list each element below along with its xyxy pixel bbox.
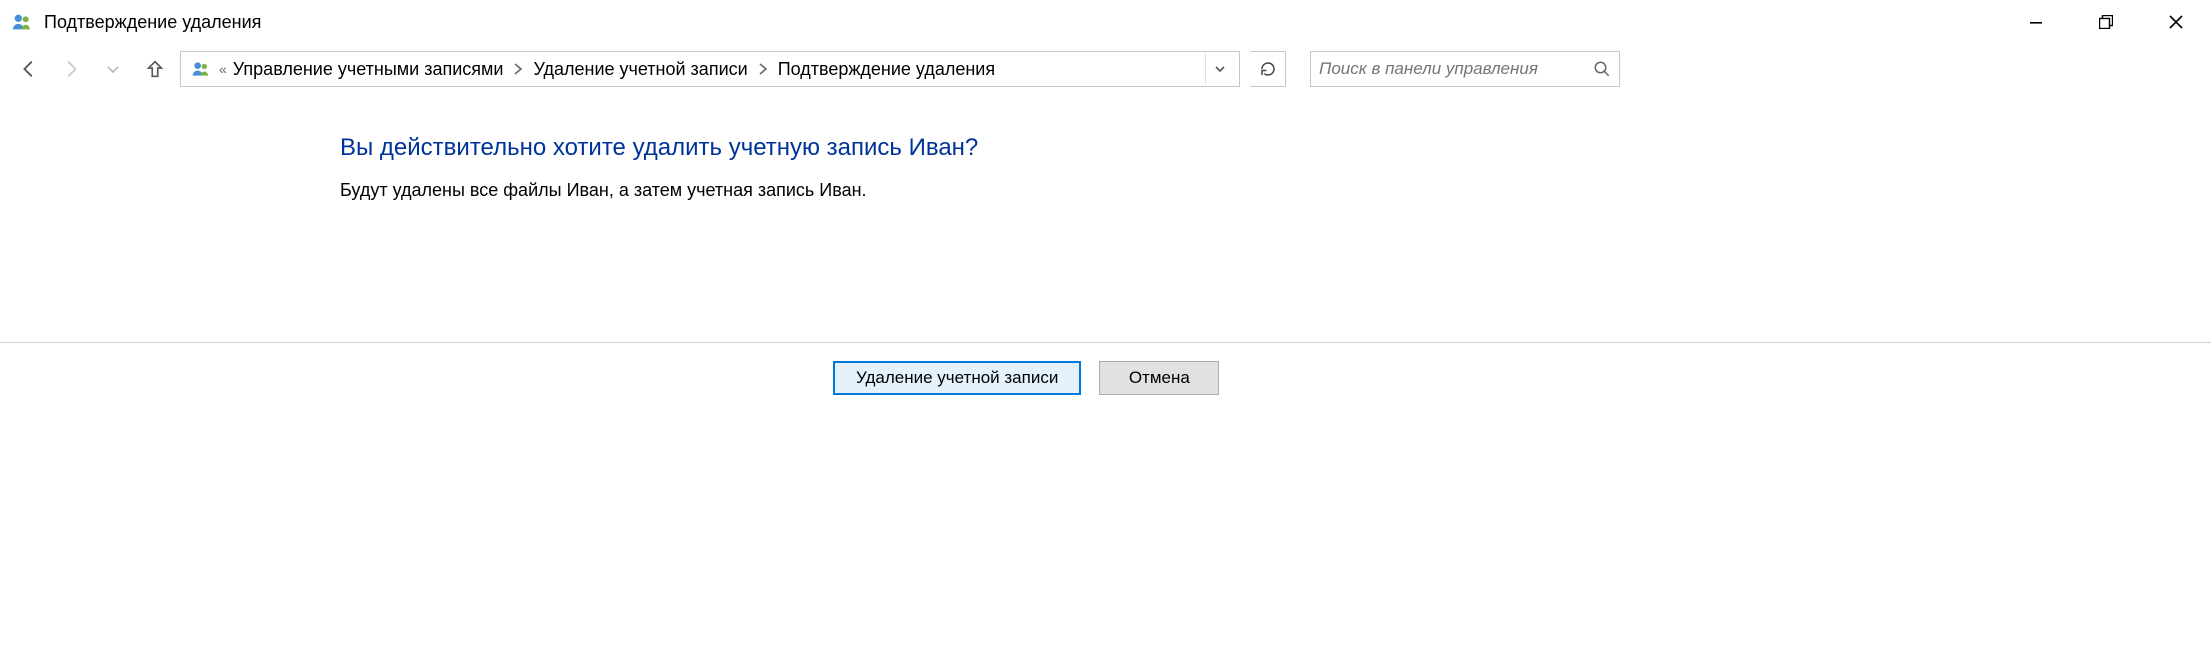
- breadcrumb-overflow-icon[interactable]: «: [219, 61, 227, 77]
- titlebar: Подтверждение удаления: [0, 0, 2211, 44]
- breadcrumb-item[interactable]: Управление учетными записями: [233, 59, 504, 80]
- refresh-button[interactable]: [1250, 51, 1286, 87]
- window-title: Подтверждение удаления: [44, 12, 261, 33]
- breadcrumb-item[interactable]: Подтверждение удаления: [778, 59, 995, 80]
- page-heading: Вы действительно хотите удалить учетную …: [340, 134, 2211, 162]
- chevron-right-icon: [513, 63, 523, 75]
- breadcrumb: Управление учетными записями Удаление уч…: [233, 59, 1205, 80]
- main-content: Вы действительно хотите удалить учетную …: [0, 94, 2211, 294]
- user-accounts-icon: [189, 57, 213, 81]
- recent-locations-button[interactable]: [96, 52, 130, 86]
- close-button[interactable]: [2141, 0, 2211, 44]
- search-input[interactable]: [1319, 59, 1593, 79]
- delete-account-button[interactable]: Удаление учетной записи: [833, 361, 1081, 395]
- up-button[interactable]: [138, 52, 172, 86]
- address-bar[interactable]: « Управление учетными записями Удаление …: [180, 51, 1240, 87]
- address-dropdown-button[interactable]: [1205, 53, 1233, 85]
- button-row: Удаление учетной записи Отмена: [0, 343, 2211, 395]
- user-accounts-icon: [10, 10, 34, 34]
- breadcrumb-item[interactable]: Удаление учетной записи: [533, 59, 747, 80]
- window-controls: [2001, 0, 2211, 44]
- address-bar-group: « Управление учетными записями Удаление …: [180, 51, 1286, 87]
- cancel-button[interactable]: Отмена: [1099, 361, 1219, 395]
- search-icon[interactable]: [1593, 60, 1611, 78]
- maximize-button[interactable]: [2071, 0, 2141, 44]
- back-button[interactable]: [12, 52, 46, 86]
- minimize-button[interactable]: [2001, 0, 2071, 44]
- forward-button[interactable]: [54, 52, 88, 86]
- search-box[interactable]: [1310, 51, 1620, 87]
- chevron-right-icon: [758, 63, 768, 75]
- toolbar: « Управление учетными записями Удаление …: [0, 44, 2211, 94]
- page-description: Будут удалены все файлы Иван, а затем уч…: [340, 180, 2211, 201]
